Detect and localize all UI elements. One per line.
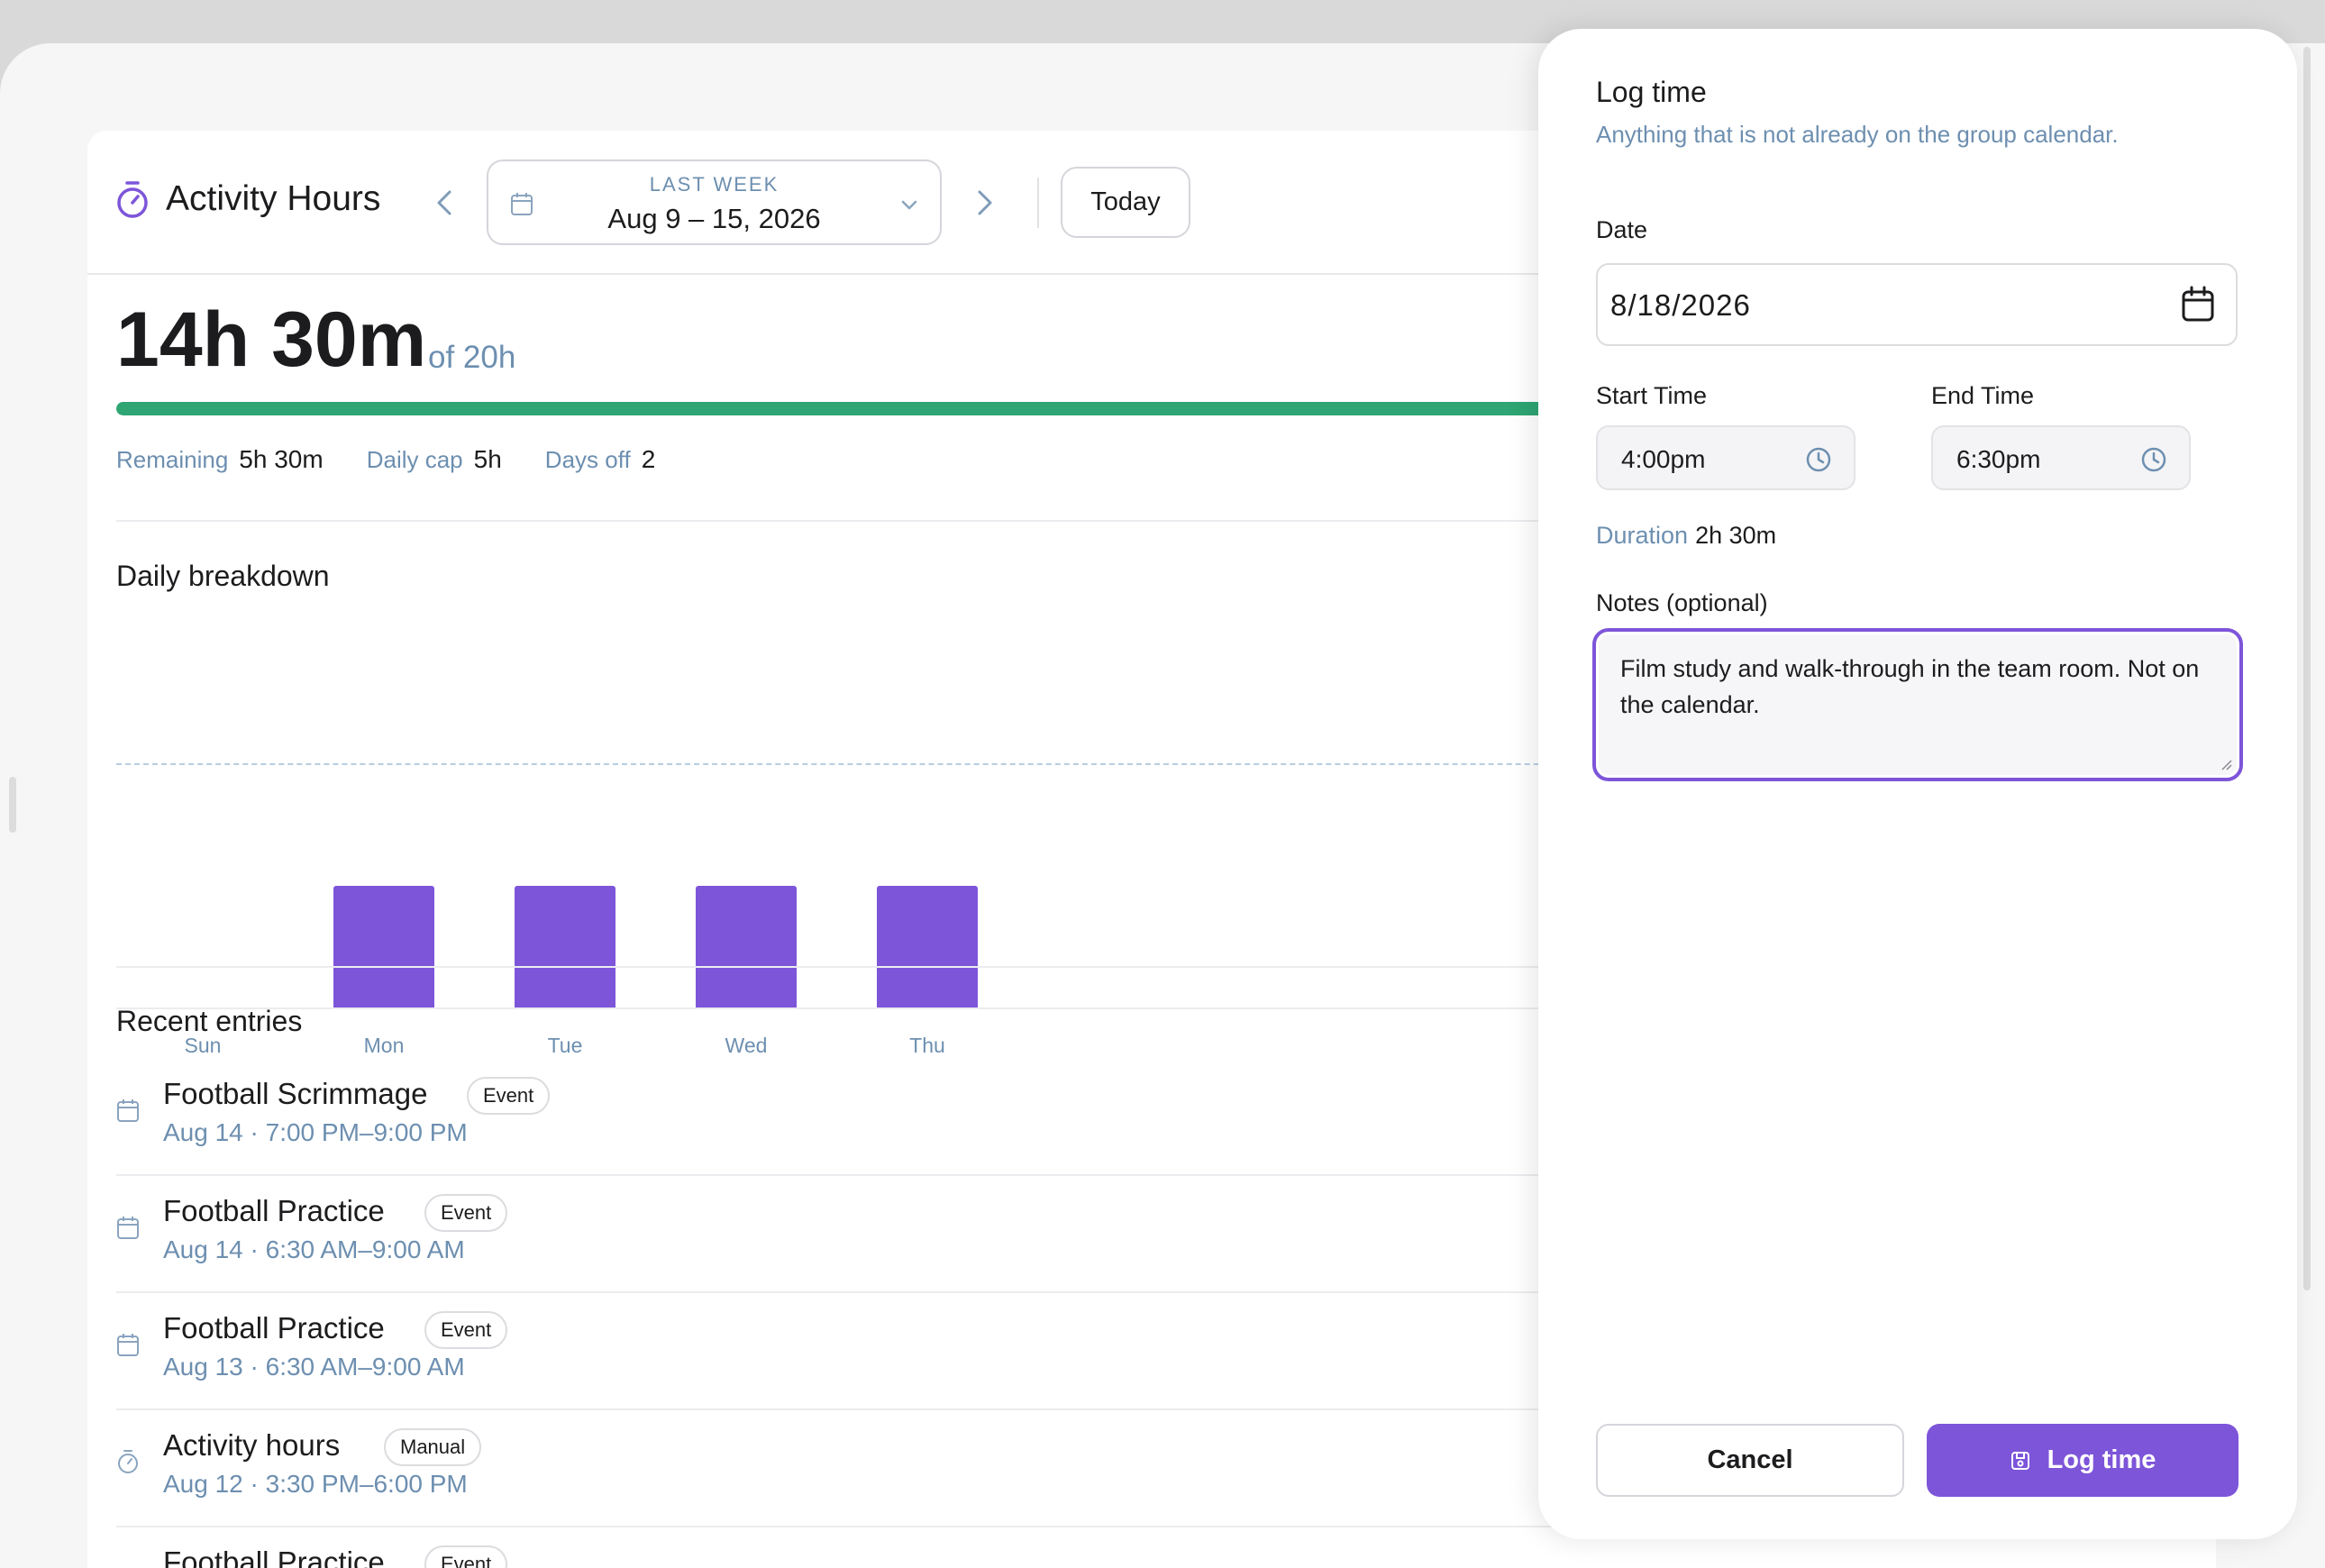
start-time-value: 4:00pm bbox=[1621, 445, 1706, 473]
page-title: Activity Hours bbox=[166, 179, 381, 218]
stat-label: Days off bbox=[544, 446, 631, 473]
chart-day-label: Thu bbox=[909, 1034, 945, 1057]
section-title-daily-breakdown: Daily breakdown bbox=[116, 560, 330, 592]
entry-datetime: Aug 14 · 6:30 AM–9:00 AM bbox=[163, 1235, 465, 1263]
section-title-recent-entries: Recent entries bbox=[116, 1005, 303, 1037]
entry-title: Football Practice bbox=[163, 1545, 385, 1568]
chart-bar-wed bbox=[696, 885, 797, 1007]
chart-day-label: Tue bbox=[547, 1034, 583, 1057]
end-time-field[interactable]: 6:30pm bbox=[1931, 425, 2191, 490]
stat-label: Remaining bbox=[116, 446, 229, 473]
entry-datetime: Aug 13 · 6:30 AM–9:00 AM bbox=[163, 1353, 465, 1381]
log-time-panel: Log time Anything that is not already on… bbox=[1538, 29, 2297, 1539]
chevron-down-icon bbox=[901, 200, 917, 210]
stat-days-off: Days off 2 bbox=[545, 445, 655, 474]
chart-day-label: Wed bbox=[725, 1034, 768, 1057]
week-selector[interactable]: LAST WEEK Aug 9 – 15, 2026 bbox=[487, 160, 942, 245]
entry-datetime: Aug 14 · 7:00 PM–9:00 PM bbox=[163, 1118, 468, 1146]
progress-fill bbox=[116, 402, 1619, 415]
notes-content[interactable]: Film study and walk-through in the team … bbox=[1599, 634, 2237, 775]
chart-day-label: Mon bbox=[363, 1034, 405, 1057]
chart-bar-mon bbox=[333, 885, 434, 1007]
week-range: Aug 9 – 15, 2026 bbox=[607, 203, 821, 234]
stopwatch-icon bbox=[118, 1450, 138, 1473]
stat-daily-cap: Daily cap 5h bbox=[367, 445, 502, 474]
log-time-button[interactable]: Log time bbox=[1927, 1424, 2238, 1497]
calendar-icon bbox=[117, 1334, 139, 1356]
date-field[interactable]: 8/18/2026 bbox=[1596, 263, 2238, 346]
save-icon bbox=[2010, 1451, 2029, 1470]
total-hours: 14h 30m bbox=[116, 296, 427, 383]
chevron-left-icon[interactable] bbox=[430, 185, 459, 221]
entry-title: Football Scrimmage bbox=[163, 1077, 428, 1110]
chevron-right-icon[interactable] bbox=[971, 185, 999, 221]
scrollbar[interactable] bbox=[2303, 47, 2311, 1290]
stat-value: 5h bbox=[473, 445, 502, 473]
duration-value: 2h 30m bbox=[1695, 522, 1777, 549]
start-time-label: Start Time bbox=[1596, 382, 1708, 409]
start-time-field[interactable]: 4:00pm bbox=[1596, 425, 1855, 490]
entry-type-badge: Event bbox=[424, 1194, 508, 1232]
stat-remaining: Remaining 5h 30m bbox=[116, 445, 324, 474]
stopwatch-icon bbox=[117, 181, 148, 218]
clock-icon bbox=[2141, 447, 2166, 472]
hours-goal: of 20h bbox=[428, 340, 516, 375]
today-button[interactable]: Today bbox=[1061, 167, 1190, 238]
calendar-icon[interactable] bbox=[2180, 285, 2216, 324]
panel-title: Log time bbox=[1596, 76, 1707, 108]
date-label: Date bbox=[1596, 216, 1648, 243]
calendar-icon bbox=[117, 1217, 139, 1239]
entry-datetime: Aug 12 · 3:30 PM–6:00 PM bbox=[163, 1470, 468, 1498]
cancel-button[interactable]: Cancel bbox=[1596, 1424, 1904, 1497]
log-time-button-label: Log time bbox=[2047, 1445, 2156, 1474]
end-time-label: End Time bbox=[1931, 382, 2035, 409]
entry-title: Activity hours bbox=[163, 1428, 341, 1462]
resize-handle[interactable] bbox=[9, 777, 16, 833]
notes-textarea[interactable]: Film study and walk-through in the team … bbox=[1592, 628, 2243, 781]
entry-type-badge: Manual bbox=[384, 1428, 482, 1466]
entry-title: Football Practice bbox=[163, 1194, 385, 1227]
week-caption: LAST WEEK bbox=[649, 173, 780, 196]
entry-title: Football Practice bbox=[163, 1311, 385, 1345]
resize-grip-icon[interactable] bbox=[2219, 757, 2233, 771]
end-time-value: 6:30pm bbox=[1956, 445, 2041, 473]
duration-label: Duration bbox=[1596, 522, 1689, 549]
entry-type-badge: Event bbox=[424, 1545, 508, 1568]
duration-readout: Duration 2h 30m bbox=[1596, 522, 1776, 550]
stat-value: 5h 30m bbox=[239, 445, 324, 473]
notes-value: Film study and walk-through in the team … bbox=[1620, 655, 2200, 718]
clock-icon bbox=[1806, 447, 1831, 472]
notes-label: Notes (optional) bbox=[1596, 589, 1768, 616]
stat-label: Daily cap bbox=[366, 446, 463, 473]
entry-type-badge: Event bbox=[467, 1077, 551, 1115]
stats-row: Remaining 5h 30m Daily cap 5h Days off 2 bbox=[116, 445, 655, 474]
chart-bar-tue bbox=[515, 885, 615, 1007]
header-divider bbox=[1037, 178, 1039, 228]
chart-bar-thu bbox=[877, 885, 978, 1007]
calendar-icon bbox=[117, 1099, 139, 1122]
panel-subtitle: Anything that is not already on the grou… bbox=[1596, 121, 2119, 148]
stat-value: 2 bbox=[641, 445, 656, 473]
entry-type-badge: Event bbox=[424, 1311, 508, 1349]
date-value: 8/18/2026 bbox=[1610, 288, 1751, 322]
